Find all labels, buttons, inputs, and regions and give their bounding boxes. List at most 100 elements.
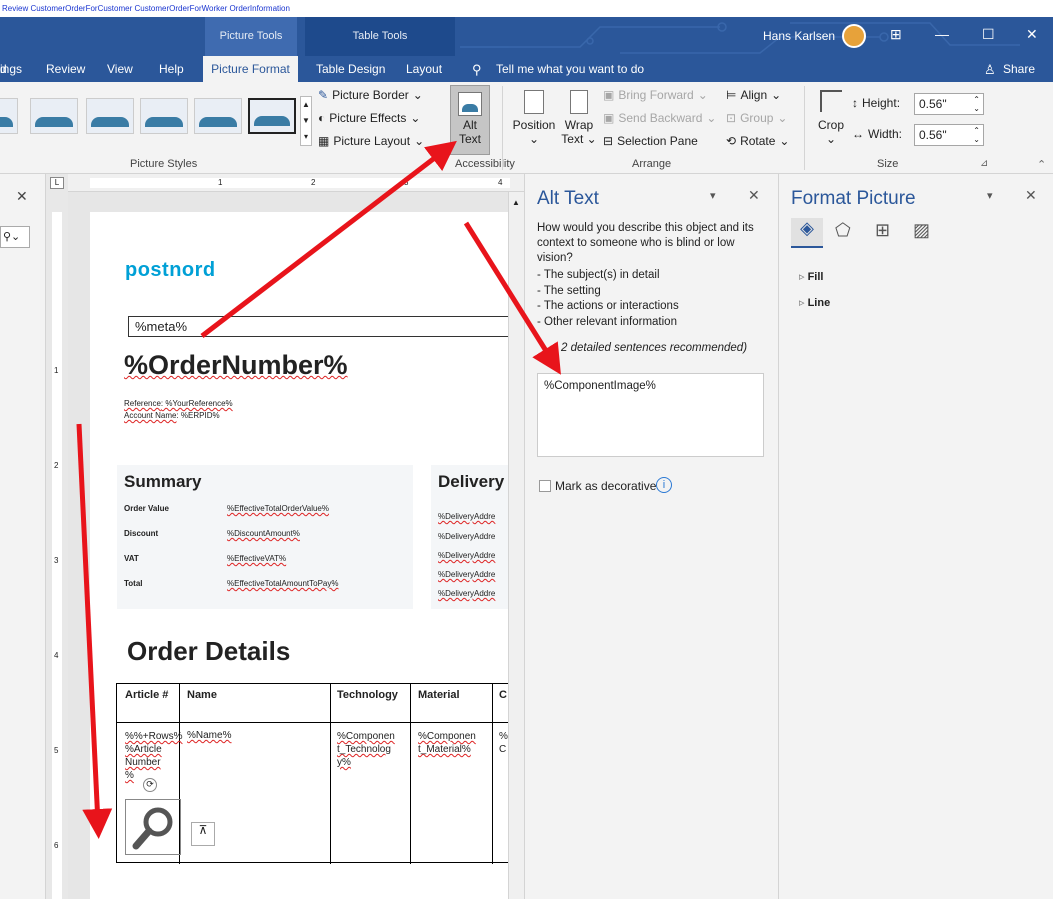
position-button[interactable]: Position ⌄ [512,90,556,146]
picture-effects-button[interactable]: ◐ Picture Effects ⌄ [318,111,420,125]
tell-me-search[interactable]: Tell me what you want to do [496,56,644,82]
delivery-row: %DeliveryAddre [438,570,496,579]
position-icon [524,90,544,114]
align-button[interactable]: ⊨ Align ⌄ [726,88,781,102]
bring-forward-button[interactable]: ▣ Bring Forward ⌄ [603,88,708,102]
tab-mailings[interactable]: ings [0,56,22,82]
table-cell: %Componen t_Material% [418,731,476,755]
fill-section-toggle[interactable]: ▹ Fill [799,270,823,283]
share-button[interactable]: Share [1003,56,1035,82]
navigation-pane: ✕ ⚲⌄ [0,174,46,899]
layout-options-icon[interactable]: ⊼ [191,822,215,846]
fill-line-category-icon[interactable]: ◈ [791,218,823,248]
selection-pane-icon: ⊟ [603,134,614,148]
collapse-ribbon-icon[interactable]: ⌃ [1037,158,1046,171]
pane-options-chevron-icon[interactable]: ▾ [710,189,716,202]
meta-field[interactable]: %meta% [128,316,508,337]
alt-text-input[interactable]: %ComponentImage% [537,373,764,457]
picture-style-thumb[interactable] [0,98,18,134]
height-label: ↕ Height: [852,96,901,110]
crop-button[interactable]: Crop ⌄ [814,90,848,146]
user-name[interactable]: Hans Karlsen [763,29,835,43]
user-avatar[interactable] [842,24,866,48]
effects-icon: ◐ [318,111,326,125]
order-details-table[interactable]: Article # Name Technology Material C %%+… [116,683,508,864]
info-icon[interactable]: i [656,477,672,493]
reference-line: Reference: %YourReference% [124,399,233,408]
summary-title: Summary [124,472,202,491]
close-format-picture-pane-icon[interactable]: ✕ [1025,187,1037,204]
summary-label: Discount [124,529,159,538]
pane-options-chevron-icon[interactable]: ▾ [987,189,993,202]
tab-selector[interactable]: L [50,177,64,189]
wrap-text-button[interactable]: Wrap Text ⌄ [561,90,597,146]
document-page[interactable]: postnord %meta% %OrderNumber% Reference:… [90,212,508,899]
picture-style-thumb[interactable] [30,98,78,134]
table-header: Name [187,689,217,701]
line-section-toggle[interactable]: ▹ Line [799,296,830,309]
picture-tools-context: Picture Tools [205,17,297,56]
picture-style-thumb[interactable] [86,98,134,134]
alt-text-button[interactable]: Alt Text [450,85,490,155]
send-backward-button[interactable]: ▣ Send Backward ⌄ [603,111,716,125]
size-dialog-launcher-icon[interactable]: ⊿ [980,158,988,169]
close-button[interactable]: ✕ [1026,26,1038,43]
group-button[interactable]: ⊡ Group ⌄ [726,111,787,125]
rotate-button[interactable]: ⟲ Rotate ⌄ [726,134,789,148]
rotate-handle-icon[interactable]: ⟳ [143,778,157,792]
tab-view[interactable]: View [107,56,133,82]
group-icon: ⊡ [726,111,737,125]
tab-picture-format[interactable]: Picture Format [203,56,298,82]
layout-icon: ▦ [318,134,330,148]
alt-text-bullets: - The subject(s) in detail - The setting… [537,269,679,328]
tab-table-design[interactable]: Table Design [316,56,385,82]
search-icon[interactable]: ⚲⌄ [0,226,30,248]
wrap-text-icon [570,90,588,114]
table-cell: % C [499,731,508,755]
picture-style-thumb[interactable] [140,98,188,134]
close-alt-text-pane-icon[interactable]: ✕ [748,187,760,204]
maximize-button[interactable]: ☐ [982,26,995,43]
bring-forward-icon: ▣ [603,88,615,102]
delivery-row: %DeliveryAddre [438,512,496,521]
delivery-row: %DeliveryAddre [438,589,496,598]
table-header: Technology [337,689,398,701]
order-number-heading[interactable]: %OrderNumber% [124,350,348,381]
gallery-scroll[interactable]: ▲ ▼ ▾ [300,96,312,146]
horizontal-ruler-track [90,178,510,188]
crop-icon [820,90,842,112]
share-person-icon[interactable]: ♙ [984,56,996,82]
layout-properties-category-icon[interactable]: ⊞ [875,220,890,241]
hruler-mark: 2 [311,178,316,187]
picture-category-icon[interactable]: ▨ [913,220,930,241]
tab-review[interactable]: Review [46,56,85,82]
mark-decorative-checkbox[interactable] [539,480,551,492]
vertical-scrollbar[interactable]: ▲ [508,192,524,899]
picture-style-thumb-selected[interactable] [248,98,296,134]
ribbon: ▲ ▼ ▾ ✎ Picture Border ⌄ ◐ Picture Effects ⌄ ▦… [0,82,1053,174]
table-header: Article # [125,689,169,701]
minimize-button[interactable]: — [935,26,949,42]
scroll-up-icon[interactable]: ▲ [512,198,520,207]
delivery-title: Delivery [438,472,505,491]
picture-layout-button[interactable]: ▦ Picture Layout ⌄ [318,134,424,148]
format-picture-title: Format Picture [791,188,916,209]
height-input[interactable]: 0.56" ⌃ ⌄ [914,93,984,115]
effects-category-icon[interactable]: ⬠ [835,220,851,241]
align-icon: ⊨ [726,88,737,102]
component-image-selected[interactable] [125,799,181,855]
summary-value: %DiscountAmount% [227,529,300,538]
tab-layout[interactable]: Layout [406,56,442,82]
ribbon-display-options-icon[interactable]: ⊞ [890,26,902,43]
group-accessibility-label: Accessibility [455,158,515,170]
picture-style-thumb[interactable] [194,98,242,134]
selection-pane-button[interactable]: ⊟ Selection Pane [603,134,698,148]
width-input[interactable]: 0.56" ⌃ ⌄ [914,124,984,146]
account-line: Account Name: %ERPID% [124,411,220,420]
picture-border-button[interactable]: ✎ Picture Border ⌄ [318,88,423,102]
order-details-heading: Order Details [127,636,291,666]
close-nav-pane-icon[interactable]: ✕ [16,188,28,205]
tab-help[interactable]: Help [159,56,184,82]
mark-decorative-label: Mark as decorative [555,479,657,493]
table-cell: %Componen t_Technolog y% [337,731,395,768]
